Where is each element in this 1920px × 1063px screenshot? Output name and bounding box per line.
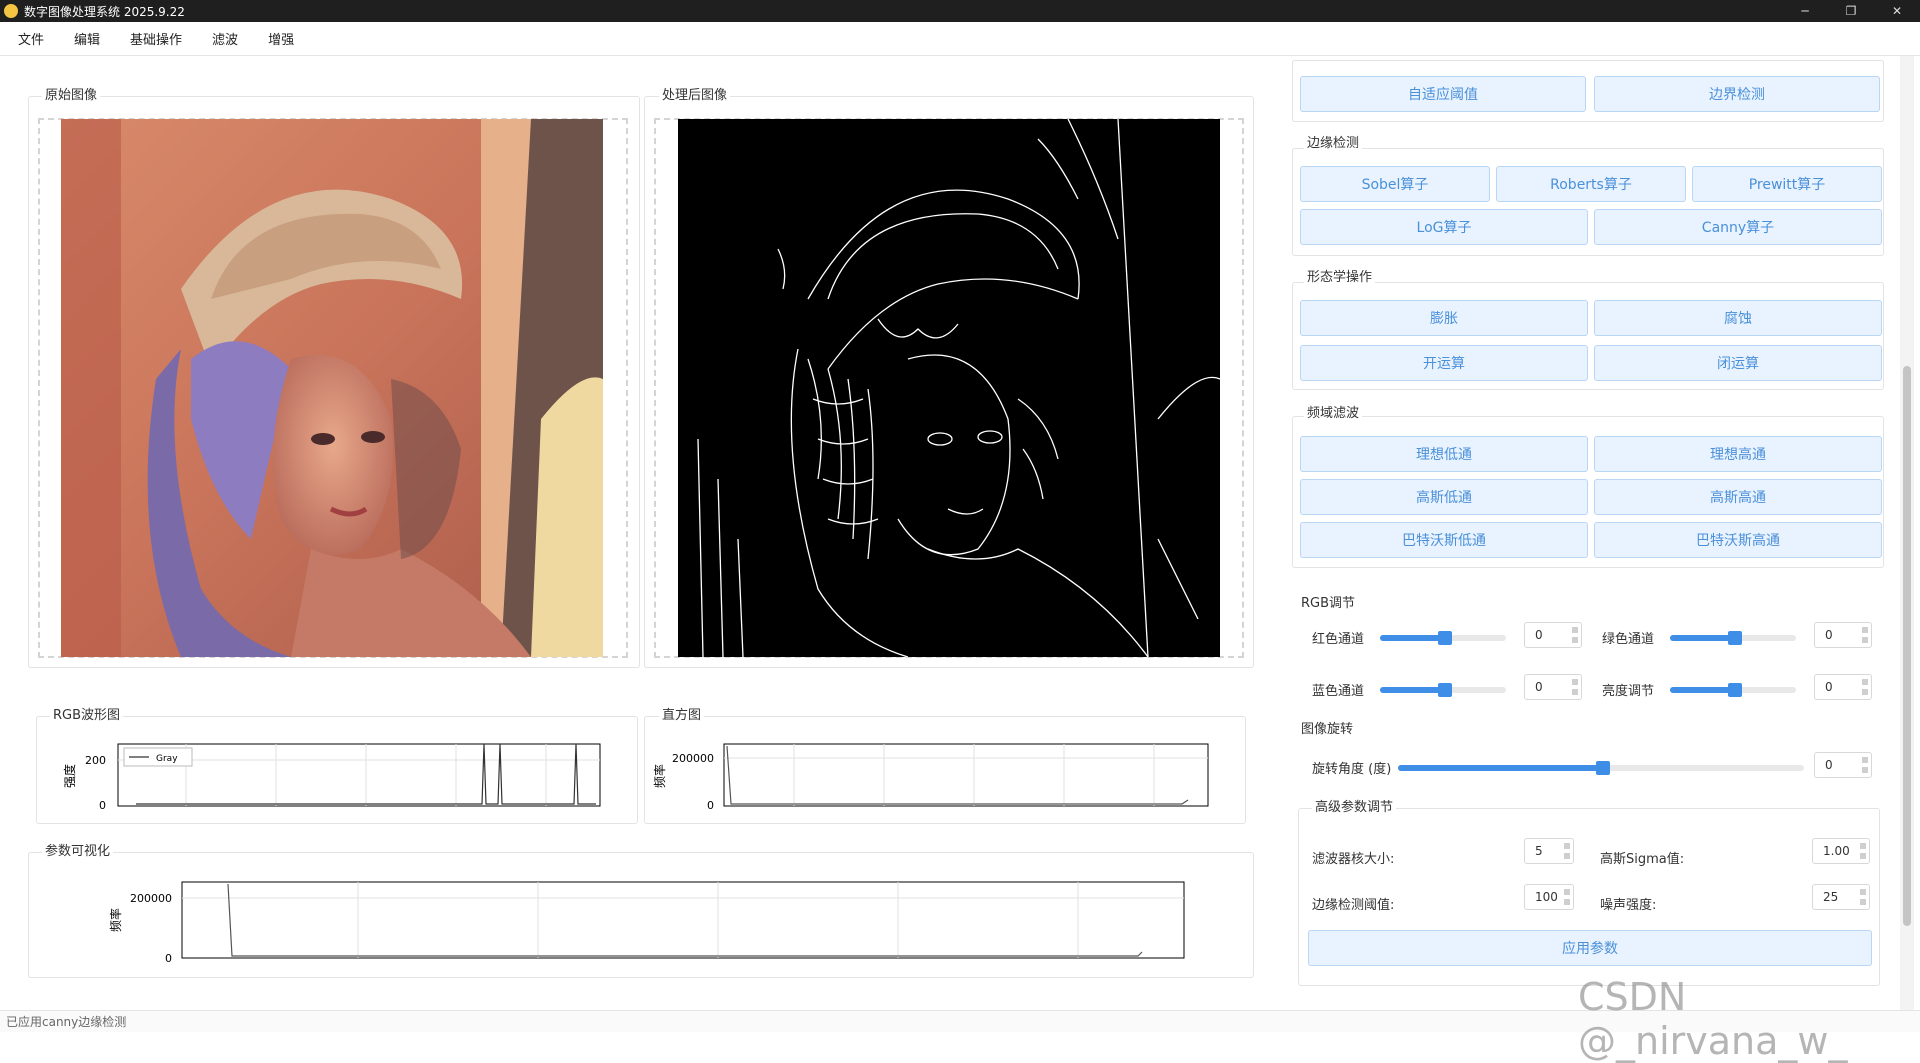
advanced-title: 高级参数调节 (1312, 796, 1397, 815)
watermark: CSDN @_nirvana_w_ (1578, 975, 1848, 1063)
kernel-label: 滤波器核大小: (1312, 852, 1395, 867)
sigma-spin[interactable]: 1.00 (1812, 838, 1870, 864)
log-button[interactable]: LoG算子 (1300, 209, 1588, 245)
roberts-button[interactable]: Roberts算子 (1496, 166, 1686, 202)
window-title: 数字图像处理系统 2025.9.22 (24, 4, 185, 19)
opening-button[interactable]: 开运算 (1300, 345, 1588, 381)
rotate-slider[interactable] (1398, 761, 1804, 775)
panel-scrollbar[interactable] (1900, 56, 1914, 1010)
minimize-button[interactable]: ─ (1782, 0, 1828, 22)
green-slider[interactable] (1670, 631, 1796, 645)
scrollbar-thumb[interactable] (1903, 366, 1911, 926)
noise-spin[interactable]: 25 (1812, 884, 1870, 910)
param-vis-ytick-200000: 200000 (130, 892, 172, 905)
histogram-plot: 频率 200000 0 (644, 734, 1246, 824)
apply-params-button[interactable]: 应用参数 (1308, 930, 1872, 966)
kernel-spin[interactable]: 5 (1524, 838, 1574, 864)
freq-title: 频域滤波 (1304, 402, 1363, 421)
gaussian-lowpass-button[interactable]: 高斯低通 (1300, 479, 1588, 515)
rotate-spin[interactable]: 0 (1814, 752, 1872, 778)
blue-slider[interactable] (1380, 683, 1506, 697)
param-vis-title: 参数可视化 (42, 840, 114, 859)
original-image (61, 119, 603, 657)
maximize-button[interactable]: ❐ (1828, 0, 1874, 22)
status-text: 已应用canny边缘检测 (6, 1015, 127, 1029)
blue-spin[interactable]: 0 (1524, 674, 1582, 700)
rgb-wave-legend: Gray (156, 754, 178, 764)
param-vis-ytick-0: 0 (165, 952, 172, 965)
rgb-title: RGB调节 (1298, 592, 1359, 611)
rotate-label: 旋转角度 (度) (1312, 762, 1392, 777)
green-spin[interactable]: 0 (1814, 622, 1872, 648)
adaptive-threshold-button[interactable]: 自适应阈值 (1300, 76, 1586, 112)
boundary-detect-button[interactable]: 边界检测 (1594, 76, 1880, 112)
dilate-button[interactable]: 膨胀 (1300, 300, 1588, 336)
rgb-wave-ytick-200: 200 (85, 754, 106, 767)
edge-title: 边缘检测 (1304, 132, 1363, 151)
original-image-title: 原始图像 (42, 84, 101, 103)
gaussian-highpass-button[interactable]: 高斯高通 (1594, 479, 1882, 515)
noise-label: 噪声强度: (1600, 898, 1657, 913)
ideal-highpass-button[interactable]: 理想高通 (1594, 436, 1882, 472)
rgb-wave-ytick-0: 0 (99, 799, 106, 812)
histogram-title: 直方图 (659, 704, 705, 723)
menu-basic-ops[interactable]: 基础操作 (130, 29, 182, 48)
menu-enhance[interactable]: 增强 (268, 29, 294, 48)
histogram-ytick-0: 0 (707, 799, 714, 812)
brightness-spin[interactable]: 0 (1814, 674, 1872, 700)
menu-edit[interactable]: 编辑 (74, 29, 100, 48)
brightness-label: 亮度调节 (1602, 684, 1655, 699)
processed-image-title: 处理后图像 (659, 84, 731, 103)
close-button[interactable]: ✕ (1874, 0, 1920, 22)
title-bar: 数字图像处理系统 2025.9.22 ─ ❐ ✕ (0, 0, 1920, 22)
red-spin[interactable]: 0 (1524, 622, 1582, 648)
morph-title: 形态学操作 (1304, 266, 1376, 285)
prewitt-button[interactable]: Prewitt算子 (1692, 166, 1882, 202)
histogram-ylabel: 频率 (652, 764, 667, 788)
green-label: 绿色通道 (1602, 632, 1655, 647)
red-label: 红色通道 (1312, 632, 1365, 647)
edge-threshold-spin[interactable]: 100 (1524, 884, 1574, 910)
red-slider[interactable] (1380, 631, 1506, 645)
blue-label: 蓝色通道 (1312, 684, 1365, 699)
edge-threshold-label: 边缘检测阈值: (1312, 898, 1395, 913)
erode-button[interactable]: 腐蚀 (1594, 300, 1882, 336)
rgb-wave-title: RGB波形图 (50, 704, 124, 723)
menu-bar: 文件 编辑 基础操作 滤波 增强 (0, 22, 1920, 56)
butterworth-highpass-button[interactable]: 巴特沃斯高通 (1594, 522, 1882, 558)
menu-file[interactable]: 文件 (18, 29, 44, 48)
app-icon (4, 4, 18, 18)
canny-button[interactable]: Canny算子 (1594, 209, 1882, 245)
param-vis-ylabel: 频率 (108, 908, 123, 932)
rgb-wave-plot: 强度 200 0 Gray (36, 734, 638, 824)
ideal-lowpass-button[interactable]: 理想低通 (1300, 436, 1588, 472)
sobel-button[interactable]: Sobel算子 (1300, 166, 1490, 202)
brightness-slider[interactable] (1670, 683, 1796, 697)
rotate-title: 图像旋转 (1298, 718, 1357, 737)
control-panel: 自适应阈值 边界检测 边缘检测 Sobel算子 Roberts算子 Prewit… (1280, 60, 1892, 996)
rgb-wave-ylabel: 强度 (62, 764, 77, 788)
processed-image (678, 119, 1220, 657)
histogram-ytick-200000: 200000 (672, 752, 714, 765)
sigma-label: 高斯Sigma值: (1600, 852, 1685, 867)
menu-filter[interactable]: 滤波 (212, 29, 238, 48)
closing-button[interactable]: 闭运算 (1594, 345, 1882, 381)
param-vis-plot: 频率 200000 0 (28, 870, 1254, 976)
butterworth-lowpass-button[interactable]: 巴特沃斯低通 (1300, 522, 1588, 558)
